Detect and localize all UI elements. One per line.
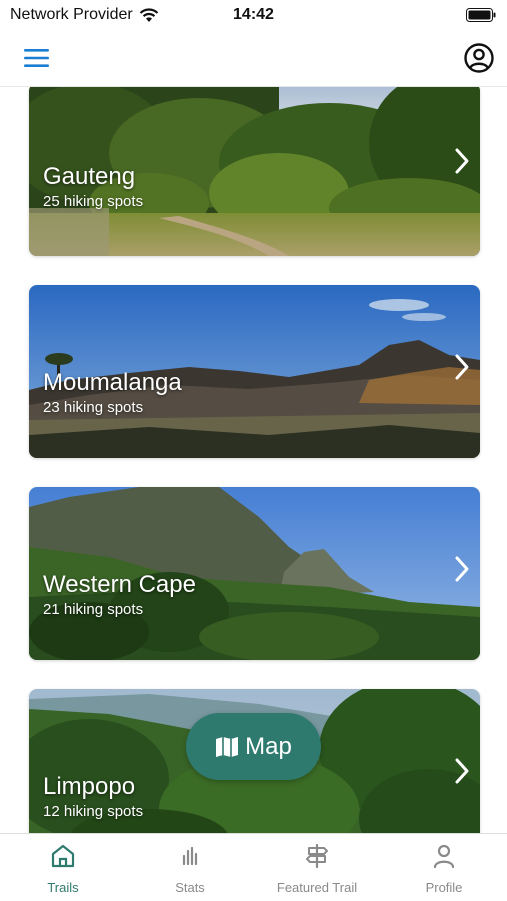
signpost-icon <box>306 843 328 869</box>
region-spot-count: 21 hiking spots <box>43 601 144 618</box>
bottom-tab-bar: Trails Stats Featured Trail Profile <box>0 833 507 901</box>
folded-map-icon <box>216 736 239 757</box>
tab-profile[interactable]: Profile <box>381 834 507 901</box>
person-icon <box>433 844 455 869</box>
map-button-label: Map <box>245 732 292 760</box>
map-button[interactable]: Map <box>186 713 321 780</box>
tab-stats[interactable]: Stats <box>127 834 253 901</box>
region-card-moumalanga[interactable]: Moumalanga 23 hiking spots <box>29 285 480 458</box>
tab-label: Stats <box>175 880 205 895</box>
region-spot-count: 12 hiking spots <box>43 803 144 820</box>
home-icon <box>51 844 75 868</box>
chevron-right-icon <box>455 354 469 380</box>
tab-featured-trail[interactable]: Featured Trail <box>254 834 380 901</box>
region-spot-count: 23 hiking spots <box>43 399 144 416</box>
tab-label: Profile <box>425 880 463 895</box>
region-title: Western Cape <box>43 571 196 598</box>
chevron-right-icon <box>455 556 469 582</box>
region-spot-count: 25 hiking spots <box>43 193 144 210</box>
tab-label: Trails <box>47 880 79 895</box>
region-title: Gauteng <box>43 163 136 190</box>
bar-chart-icon <box>182 846 198 866</box>
tab-label: Featured Trail <box>276 880 358 895</box>
tab-trails[interactable]: Trails <box>0 834 126 901</box>
user-circle-icon[interactable] <box>463 42 495 74</box>
chevron-right-icon <box>455 758 469 784</box>
region-title: Moumalanga <box>43 369 182 396</box>
battery-icon <box>466 8 496 22</box>
clock: 14:42 <box>233 6 274 23</box>
app-header <box>0 32 507 87</box>
region-title: Limpopo <box>43 773 136 800</box>
status-bar: Network Provider 14:42 <box>0 0 507 32</box>
region-card-western-cape[interactable]: Western Cape 21 hiking spots <box>29 487 480 660</box>
hamburger-menu-icon[interactable] <box>24 48 49 68</box>
chevron-right-icon <box>455 148 469 174</box>
region-card-gauteng[interactable]: Gauteng 25 hiking spots <box>29 87 480 256</box>
